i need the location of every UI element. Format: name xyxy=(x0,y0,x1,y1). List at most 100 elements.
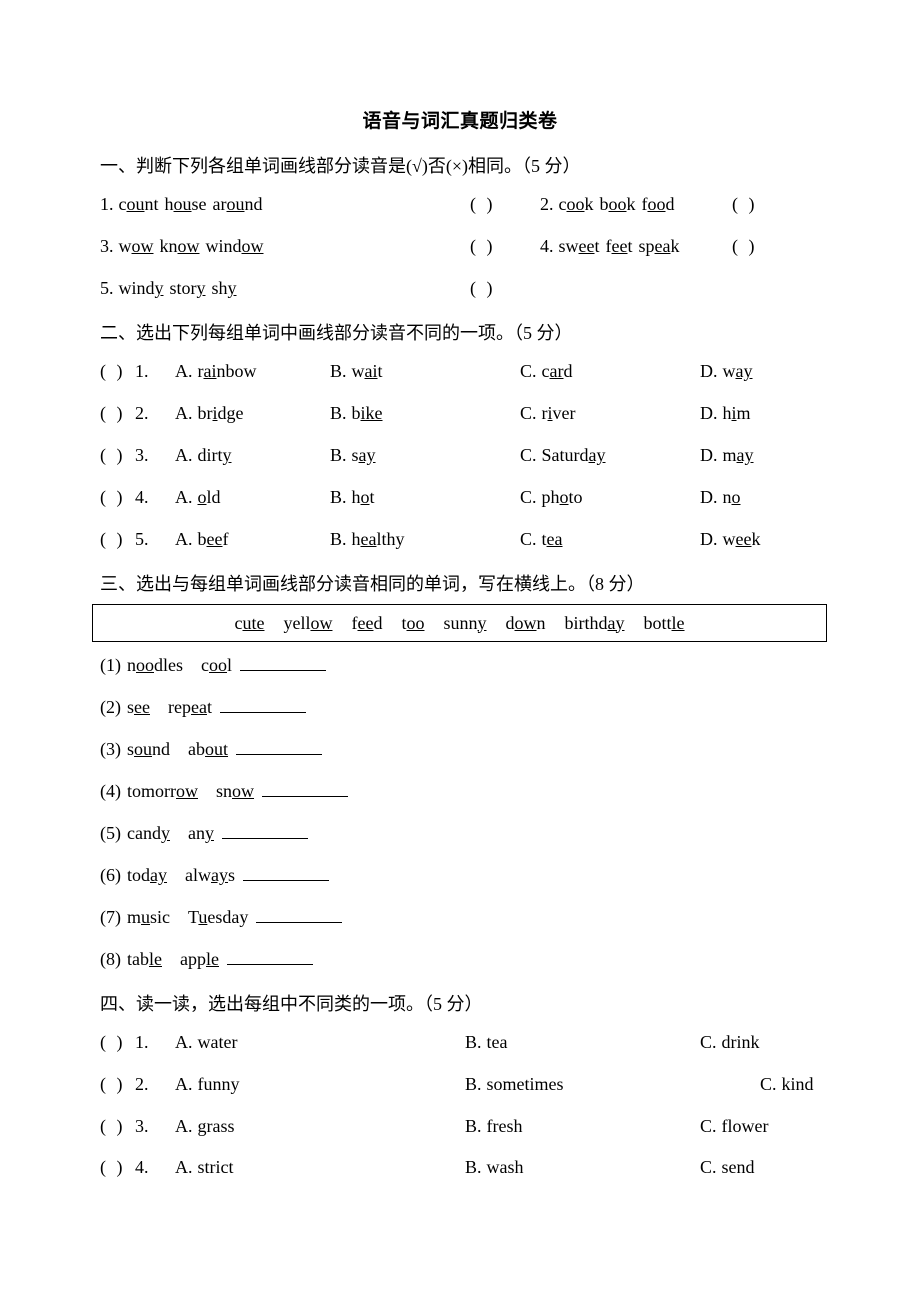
answer-bracket[interactable]: ( ) xyxy=(100,445,126,466)
option-c[interactable]: C. Saturday xyxy=(520,445,606,466)
word-bank-item[interactable]: sunny xyxy=(443,613,486,634)
answer-blank[interactable] xyxy=(236,740,323,755)
answer-bracket[interactable]: ( ) xyxy=(732,236,758,257)
answer-bracket[interactable]: ( ) xyxy=(100,1157,126,1178)
option-letter: D. xyxy=(700,445,718,465)
list-item: (6) today always xyxy=(100,865,330,891)
word-bank-item[interactable]: too xyxy=(401,613,424,634)
underlined-phoneme: le xyxy=(671,612,685,633)
list-item: (1) noodles cool xyxy=(100,655,327,681)
option-word: card xyxy=(541,361,573,381)
answer-blank[interactable] xyxy=(262,782,349,797)
word-bank-item[interactable]: birthday xyxy=(565,613,625,634)
underlined-phoneme: ou xyxy=(173,194,192,214)
option-b[interactable]: B. tea xyxy=(465,1032,508,1053)
option-b[interactable]: B. hot xyxy=(330,487,375,508)
answer-bracket[interactable]: ( ) xyxy=(470,194,496,215)
option-word: week xyxy=(722,529,761,549)
option-a[interactable]: A. strict xyxy=(175,1157,234,1178)
answer-blank[interactable] xyxy=(219,698,306,713)
section-3-heading: 三、选出与每组单词画线部分读音相同的单词，写在横线上。（8 分） xyxy=(100,574,645,594)
option-d[interactable]: D. may xyxy=(700,445,754,466)
underlined-phoneme: ee xyxy=(134,697,150,717)
option-b[interactable]: B. healthy xyxy=(330,529,405,550)
option-c[interactable]: C. kind xyxy=(760,1074,814,1095)
word-bank-item[interactable]: cute xyxy=(234,613,264,634)
s1-item-2: 2. cook book food xyxy=(540,194,675,215)
underlined-phoneme: oo xyxy=(209,655,227,675)
option-d[interactable]: D. no xyxy=(700,487,741,508)
option-a[interactable]: A. funny xyxy=(175,1074,240,1095)
option-a[interactable]: A. rainbow xyxy=(175,361,257,382)
option-c[interactable]: C. tea xyxy=(520,529,563,550)
s1-item-5: 5. windy story shy xyxy=(100,278,237,299)
option-letter: B. xyxy=(330,487,347,507)
word: food xyxy=(641,194,675,214)
option-b[interactable]: B. wash xyxy=(465,1157,524,1178)
answer-blank[interactable] xyxy=(227,950,313,965)
option-b[interactable]: B. bike xyxy=(330,403,383,424)
option-c[interactable]: C. drink xyxy=(700,1032,760,1053)
option-word: wait xyxy=(351,361,383,381)
item-number: 5. xyxy=(100,278,114,298)
word: any xyxy=(187,823,214,843)
s1-item-1: 1. count house around xyxy=(100,194,263,215)
option-c[interactable]: C. card xyxy=(520,361,573,382)
option-word: healthy xyxy=(351,529,405,549)
underlined-phoneme: ow xyxy=(177,236,200,256)
word: today xyxy=(127,865,168,885)
underlined-phoneme: ee xyxy=(206,529,223,549)
answer-blank[interactable] xyxy=(243,866,330,881)
option-c[interactable]: C. photo xyxy=(520,487,583,508)
option-d[interactable]: D. him xyxy=(700,403,751,424)
answer-blank[interactable] xyxy=(256,908,343,923)
option-b[interactable]: B. fresh xyxy=(465,1116,523,1137)
underlined-phoneme: ee xyxy=(611,236,628,256)
word-bank-item[interactable]: bottle xyxy=(644,613,685,634)
item-number: (1) xyxy=(100,655,121,675)
underlined-phoneme: ea xyxy=(190,697,207,717)
option-d[interactable]: D. way xyxy=(700,361,753,382)
option-a[interactable]: A. grass xyxy=(175,1116,235,1137)
option-letter: B. xyxy=(330,445,347,465)
answer-bracket[interactable]: ( ) xyxy=(100,361,126,382)
option-letter: A. xyxy=(175,1074,193,1094)
option-a[interactable]: A. old xyxy=(175,487,221,508)
option-b[interactable]: B. wait xyxy=(330,361,383,382)
underlined-phoneme: ea xyxy=(360,529,377,549)
option-b[interactable]: B. say xyxy=(330,445,376,466)
underlined-phoneme: i xyxy=(212,403,218,423)
answer-bracket[interactable]: ( ) xyxy=(100,1116,126,1137)
option-a[interactable]: A. water xyxy=(175,1032,237,1053)
word-bank-item[interactable]: down xyxy=(506,613,546,634)
word: about xyxy=(188,739,229,759)
word-bank-item[interactable]: feed xyxy=(351,613,382,634)
underlined-phoneme: ay xyxy=(150,865,168,885)
option-b[interactable]: B. sometimes xyxy=(465,1074,564,1095)
answer-bracket[interactable]: ( ) xyxy=(732,194,758,215)
table-row: ( ) 1. A. rainbow B. wait C. card D. way xyxy=(100,361,840,387)
word-bank-item[interactable]: yellow xyxy=(283,613,332,634)
option-word: flower xyxy=(721,1116,769,1136)
option-c[interactable]: C. send xyxy=(700,1157,755,1178)
answer-bracket[interactable]: ( ) xyxy=(100,487,126,508)
underlined-phoneme: y xyxy=(160,823,170,843)
answer-blank[interactable] xyxy=(221,824,308,839)
option-c[interactable]: C. river xyxy=(520,403,576,424)
option-a[interactable]: A. beef xyxy=(175,529,228,550)
option-word: wash xyxy=(486,1157,524,1177)
option-letter: D. xyxy=(700,529,718,549)
answer-bracket[interactable]: ( ) xyxy=(100,1074,126,1095)
option-a[interactable]: A. bridge xyxy=(175,403,244,424)
answer-bracket[interactable]: ( ) xyxy=(470,278,496,299)
option-letter: A. xyxy=(175,1157,193,1177)
answer-bracket[interactable]: ( ) xyxy=(100,403,126,424)
option-d[interactable]: D. week xyxy=(700,529,760,550)
answer-blank[interactable] xyxy=(240,656,327,671)
answer-bracket[interactable]: ( ) xyxy=(470,236,496,257)
answer-bracket[interactable]: ( ) xyxy=(100,529,126,550)
option-c[interactable]: C. flower xyxy=(700,1116,769,1137)
answer-bracket[interactable]: ( ) xyxy=(100,1032,126,1053)
option-a[interactable]: A. dirty xyxy=(175,445,232,466)
underlined-phoneme: ee xyxy=(578,236,595,256)
